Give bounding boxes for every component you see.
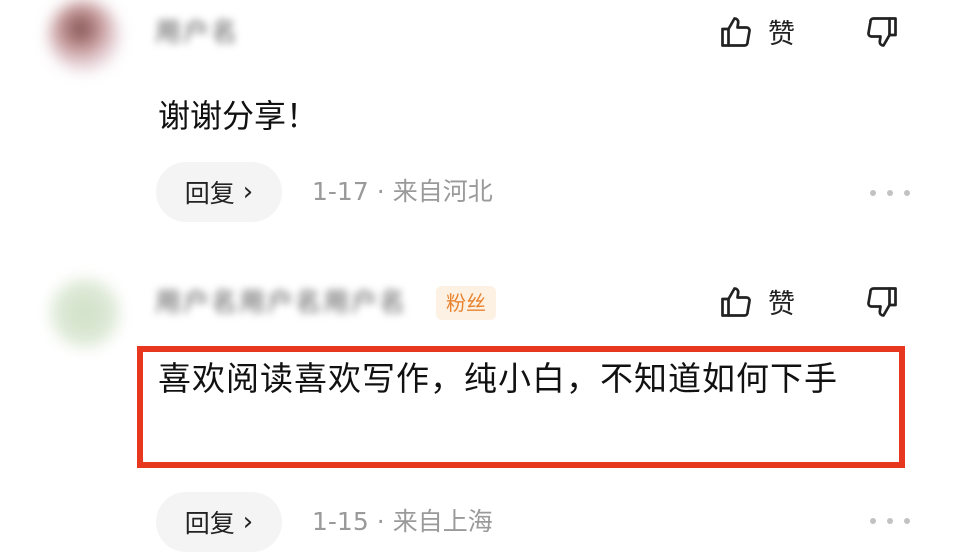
comment-location: 来自河北 bbox=[392, 177, 493, 206]
comment-text: 喜欢阅读喜欢写作，纯小白，不知道如何下手 bbox=[158, 359, 838, 398]
fan-badge: 粉丝 bbox=[436, 286, 496, 320]
like-button[interactable]: 赞 bbox=[718, 282, 795, 321]
dislike-button[interactable] bbox=[864, 14, 900, 50]
chevron-right-icon: › bbox=[242, 177, 254, 207]
separator: · bbox=[376, 507, 385, 536]
dislike-button[interactable] bbox=[864, 284, 900, 320]
comment-meta: 1-15 · 来自上海 bbox=[312, 492, 493, 552]
comment-text: 谢谢分享！ bbox=[158, 97, 319, 135]
comment-location: 来自上海 bbox=[392, 507, 493, 536]
username[interactable]: 用户名用户名用户名 bbox=[155, 288, 407, 318]
thumbs-up-icon bbox=[718, 14, 754, 50]
separator: · bbox=[376, 177, 385, 206]
comment-date: 1-15 bbox=[312, 507, 369, 536]
more-dots-icon[interactable] bbox=[870, 188, 910, 198]
thumbs-down-icon bbox=[864, 284, 900, 320]
like-button[interactable]: 赞 bbox=[718, 12, 795, 51]
reply-button[interactable]: 回复 › bbox=[156, 492, 282, 552]
thumbs-up-icon bbox=[718, 284, 754, 320]
thumbs-down-icon bbox=[864, 14, 900, 50]
avatar[interactable] bbox=[48, 0, 120, 72]
comment-date: 1-17 bbox=[312, 177, 369, 206]
comment-meta: 1-17 · 来自河北 bbox=[312, 162, 493, 222]
like-label: 赞 bbox=[768, 19, 795, 50]
reply-label: 回复 bbox=[184, 179, 235, 208]
chevron-right-icon: › bbox=[242, 507, 254, 537]
username[interactable]: 用户名 bbox=[155, 18, 239, 48]
reply-label: 回复 bbox=[184, 509, 235, 538]
more-dots-icon[interactable] bbox=[870, 516, 910, 526]
avatar[interactable] bbox=[50, 278, 120, 348]
reply-button[interactable]: 回复 › bbox=[156, 162, 282, 222]
like-label: 赞 bbox=[768, 289, 795, 320]
